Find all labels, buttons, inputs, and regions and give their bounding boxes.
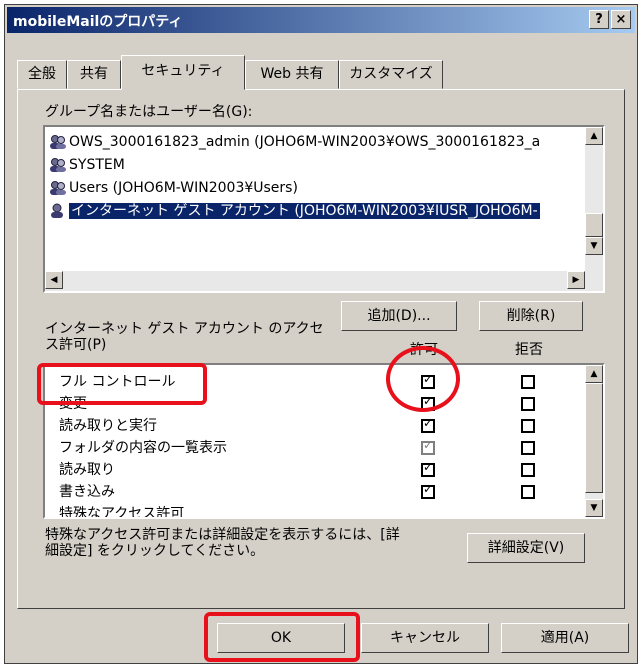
list-item-label: Users (JOHO6M-WIN2003¥Users)	[69, 180, 298, 196]
highlight-ok-button	[204, 612, 360, 662]
permission-row: 特殊なアクセス許可	[59, 503, 185, 519]
scroll-thumb[interactable]	[585, 383, 603, 493]
list-item[interactable]: OWS_3000161823_admin (JOHO6M-WIN2003¥OWS…	[49, 131, 540, 153]
deny-checkbox[interactable]	[521, 441, 535, 455]
apply-button[interactable]: 適用(A)	[501, 623, 629, 653]
highlight-full-control	[37, 363, 207, 405]
scroll-thumb[interactable]	[585, 213, 603, 237]
list-item-label: OWS_3000161823_admin (JOHO6M-WIN2003¥OWS…	[69, 134, 541, 150]
deny-checkbox[interactable]	[521, 463, 535, 477]
properties-dialog: mobileMailのプロパティ ? × 全般 共有 セキュリティ Web 共有…	[4, 4, 638, 664]
permission-row: 読み取り	[59, 459, 115, 481]
permission-label: 読み取りと実行	[59, 418, 157, 434]
groups-label: グループ名またはユーザー名(G):	[45, 104, 253, 120]
permissions-label-line1: インターネット ゲスト アカウント のアクセ	[45, 321, 324, 337]
cancel-button[interactable]: キャンセル	[361, 623, 489, 653]
scroll-left-icon[interactable]: ◀	[45, 271, 63, 289]
permission-row: 書き込み	[59, 481, 115, 503]
deny-checkbox[interactable]	[521, 485, 535, 499]
permissions-label: インターネット ゲスト アカウント のアクセ ス許可(P)	[45, 321, 324, 353]
permission-label: 書き込み	[59, 484, 115, 500]
deny-header: 拒否	[515, 342, 543, 358]
highlight-allow-checkbox	[386, 346, 460, 412]
title-bar: mobileMailのプロパティ ? ×	[7, 7, 635, 33]
deny-checkbox[interactable]	[521, 419, 535, 433]
users-icon	[49, 134, 67, 150]
list-item-selected[interactable]: インターネット ゲスト アカウント (JOHO6M-WIN2003¥IUSR_J…	[49, 200, 540, 222]
remove-button[interactable]: 削除(R)	[479, 301, 583, 331]
check-icon: ✓	[423, 416, 434, 430]
check-icon: ✓	[423, 482, 434, 496]
list-item[interactable]: SYSTEM	[49, 154, 125, 176]
window-title: mobileMailのプロパティ	[13, 14, 183, 30]
deny-checkbox[interactable]	[521, 397, 535, 411]
scroll-up-icon[interactable]: ▲	[585, 127, 603, 145]
close-button[interactable]: ×	[611, 10, 631, 29]
tab-customize[interactable]: カスタマイズ	[339, 60, 443, 89]
advanced-note-line2: 細設定] をクリックしてください。	[45, 543, 265, 559]
list-item[interactable]: Users (JOHO6M-WIN2003¥Users)	[49, 177, 298, 199]
tab-general[interactable]: 全般	[17, 60, 67, 89]
permissions-label-line2: ス許可(P)	[45, 337, 107, 353]
permission-label: 読み取り	[59, 462, 115, 478]
tab-security[interactable]: セキュリティ	[121, 55, 245, 90]
advanced-button[interactable]: 詳細設定(V)	[467, 533, 585, 563]
tab-web-sharing[interactable]: Web 共有	[245, 60, 339, 89]
users-icon	[49, 180, 67, 196]
allow-checkbox[interactable]: ✓	[421, 482, 435, 499]
users-icon	[49, 157, 67, 173]
advanced-note-line1: 特殊なアクセス許可または詳細設定を表示するには、[詳	[45, 527, 400, 543]
check-icon: ✓	[423, 438, 434, 452]
permissions-vscroll[interactable]: ▲ ▼	[585, 365, 603, 517]
deny-checkbox[interactable]	[521, 375, 535, 389]
permission-label: 特殊なアクセス許可	[59, 506, 185, 519]
add-button[interactable]: 追加(D)...	[341, 301, 457, 331]
user-list[interactable]: OWS_3000161823_admin (JOHO6M-WIN2003¥OWS…	[43, 125, 605, 293]
permission-row: フォルダの内容の一覧表示	[59, 437, 227, 459]
scroll-down-icon[interactable]: ▼	[585, 499, 603, 517]
permission-row: 読み取りと実行	[59, 415, 157, 437]
allow-checkbox[interactable]: ✓	[421, 460, 435, 477]
allow-checkbox[interactable]: ✓	[421, 438, 435, 455]
check-icon: ✓	[423, 460, 434, 474]
tab-sharing[interactable]: 共有	[67, 60, 121, 89]
user-list-vscroll[interactable]: ▲ ▼	[585, 127, 603, 271]
advanced-note: 特殊なアクセス許可または詳細設定を表示するには、[詳 細設定] をクリックしてく…	[45, 527, 400, 559]
scroll-up-icon[interactable]: ▲	[585, 365, 603, 383]
user-icon	[49, 203, 67, 219]
user-list-hscroll[interactable]: ◀ ▶	[45, 271, 603, 291]
list-item-label: インターネット ゲスト アカウント (JOHO6M-WIN2003¥IUSR_J…	[69, 203, 540, 219]
allow-checkbox[interactable]: ✓	[421, 416, 435, 433]
scroll-right-icon[interactable]: ▶	[567, 271, 585, 289]
scroll-down-icon[interactable]: ▼	[585, 237, 603, 255]
help-button[interactable]: ?	[589, 10, 609, 29]
permission-label: フォルダの内容の一覧表示	[59, 440, 227, 456]
list-item-label: SYSTEM	[69, 157, 125, 173]
